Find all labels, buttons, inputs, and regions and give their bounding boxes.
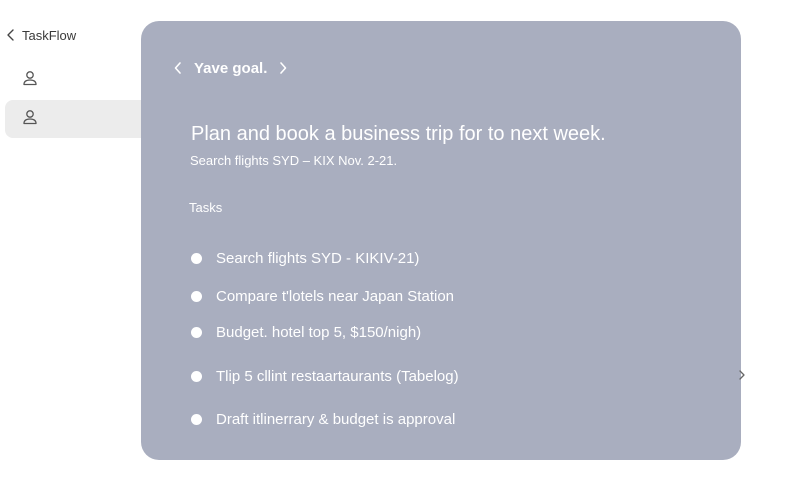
chevron-left-icon[interactable]	[171, 57, 185, 79]
task-text: Budget. hotel top 5, $150/nigh)	[216, 323, 422, 341]
task-item[interactable]: Tlip 5 cllint restaartaurants (Tabelog)	[191, 365, 459, 387]
sidebar: TaskFlow	[0, 0, 155, 480]
sidebar-item-profile-2[interactable]	[5, 100, 155, 138]
task-bullet	[191, 252, 202, 264]
goal-title: Plan and book a business trip for to nex…	[191, 123, 606, 145]
task-item[interactable]: Search flights SYD - KIKIV-21)	[191, 247, 419, 269]
task-text: Draft itlinerrary & budget is approval	[216, 410, 456, 428]
goal-card: Yave goal. Plan and book a business trip…	[141, 21, 741, 460]
app-title: TaskFlow	[22, 27, 77, 43]
task-bullet	[191, 413, 202, 425]
goal-nav: Yave goal.	[171, 57, 290, 79]
task-bullet	[191, 326, 202, 338]
sidebar-header: TaskFlow	[2, 26, 76, 44]
task-item[interactable]: Draft itlinerrary & budget is approval	[191, 408, 455, 430]
chevron-left-icon[interactable]	[2, 26, 20, 44]
goal-nav-title: Yave goal.	[194, 59, 268, 77]
chevron-right-icon[interactable]	[276, 57, 290, 79]
app-window: TaskFlow Yave goal. Plan and book a busi…	[0, 0, 800, 480]
task-text: Tlip 5 cllint restaartaurants (Tabelog)	[216, 367, 459, 385]
task-text: Compare t'lotels near Japan Station	[216, 287, 455, 305]
tasks-heading: Tasks	[189, 200, 223, 215]
user-icon	[22, 109, 38, 130]
task-item[interactable]: Compare t'lotels near Japan Station	[191, 285, 454, 307]
task-bullet	[191, 290, 202, 302]
goal-subtitle: Search flights SYD – KIX Nov. 2-21.	[190, 153, 398, 168]
chevron-right-icon[interactable]	[738, 368, 746, 380]
task-item[interactable]: Budget. hotel top 5, $150/nigh)	[191, 321, 421, 343]
user-icon	[22, 70, 38, 91]
task-bullet	[191, 370, 202, 382]
task-text: Search flights SYD - KIKIV-21)	[216, 249, 420, 267]
sidebar-item-profile-1[interactable]	[5, 61, 155, 99]
